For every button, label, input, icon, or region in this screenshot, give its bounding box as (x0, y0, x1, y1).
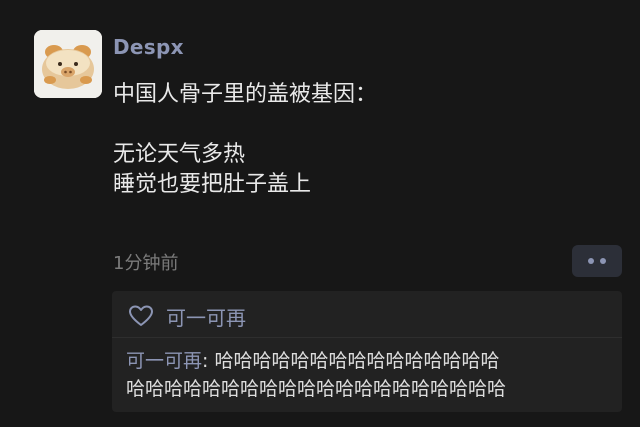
more-dot-icon (600, 258, 606, 264)
post-text-line: 睡觉也要把肚子盖上 (113, 172, 312, 197)
comment-text: 哈哈哈哈哈哈哈哈哈哈哈哈哈哈哈 (214, 350, 500, 372)
avatar[interactable] (34, 30, 102, 98)
post-text: 中国人骨子里的盖被基因： 无论天气多热 睡觉也要把肚子盖上 (113, 80, 613, 200)
liker-name[interactable]: 可一可再 (166, 302, 246, 331)
divider (112, 337, 622, 338)
likes-row: 可一可再 (128, 302, 246, 331)
comment[interactable]: 可一可再: 哈哈哈哈哈哈哈哈哈哈哈哈哈哈哈 哈哈哈哈哈哈哈哈哈哈哈哈哈哈哈哈哈哈… (126, 347, 616, 403)
post-text-line: 中国人骨子里的盖被基因： (113, 82, 378, 107)
comment-line: 可一可再: 哈哈哈哈哈哈哈哈哈哈哈哈哈哈哈 (126, 347, 616, 375)
comment-author[interactable]: 可一可再 (126, 350, 202, 372)
post-timestamp: 1分钟前 (113, 253, 179, 274)
author-name[interactable]: Despx (113, 35, 184, 59)
comment-text: 哈哈哈哈哈哈哈哈哈哈哈哈哈哈哈哈哈哈哈哈 (126, 378, 507, 400)
interaction-panel: 可一可再 可一可再: 哈哈哈哈哈哈哈哈哈哈哈哈哈哈哈 哈哈哈哈哈哈哈哈哈哈哈哈哈… (112, 291, 622, 412)
heart-outline-icon (128, 304, 154, 328)
comment-separator: : (202, 350, 215, 372)
more-actions-button[interactable] (572, 245, 622, 277)
more-dot-icon (588, 258, 594, 264)
post-text-line: 无论天气多热 (113, 142, 246, 167)
pig-bun-avatar-image (34, 30, 102, 98)
moments-post: Despx 中国人骨子里的盖被基因： 无论天气多热 睡觉也要把肚子盖上 1分钟前… (0, 0, 640, 427)
